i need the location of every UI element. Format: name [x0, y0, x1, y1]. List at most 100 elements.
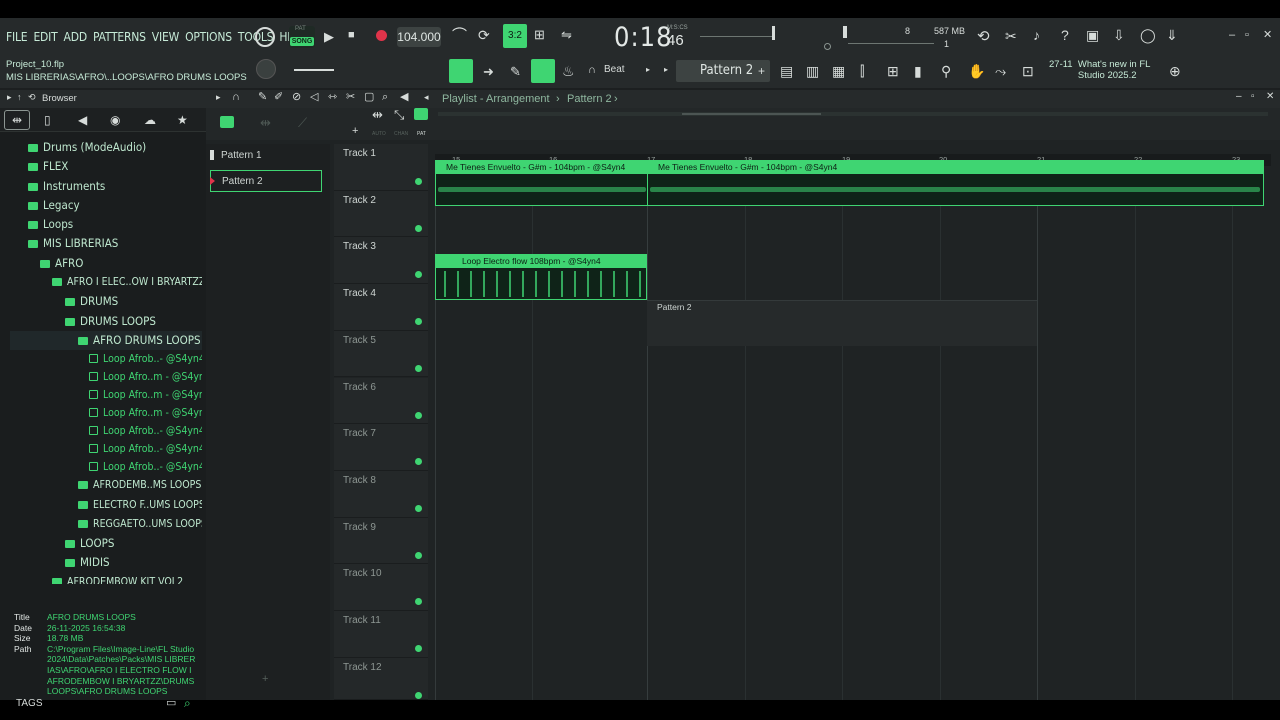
pattern-clip[interactable]: Pattern 2	[647, 300, 1037, 346]
add-pattern-icon[interactable]: +	[758, 65, 765, 77]
tree-folder[interactable]: LOOPS	[10, 534, 202, 553]
tree-file[interactable]: Loop Afrob..- @S4yn4	[10, 458, 202, 476]
snap-value[interactable]: Beat	[604, 64, 625, 75]
track-header[interactable]: Track 3	[334, 237, 428, 285]
track-enable-led[interactable]	[415, 271, 422, 279]
pl-arrow-icon[interactable]: ◂	[424, 93, 429, 102]
pl-minimize-icon[interactable]: –	[1236, 92, 1242, 102]
pl-close-icon[interactable]: ✕	[1266, 92, 1274, 102]
tree-folder[interactable]: Instruments	[10, 177, 202, 196]
track-header[interactable]: Track 5	[334, 330, 428, 378]
back-icon[interactable]: ⟲	[28, 93, 36, 102]
delete-icon[interactable]: ⊘	[292, 92, 301, 103]
tree-file[interactable]: Loop Afrob..- @S4yn4	[10, 440, 202, 458]
tab-cloud-icon[interactable]: ☁	[144, 113, 156, 127]
track-header[interactable]: Track 2	[334, 190, 428, 238]
pat-label[interactable]: PAT	[417, 131, 426, 137]
track-enable-led[interactable]	[415, 645, 422, 652]
tree-folder[interactable]: REGGAETO..UMS LOOPS	[10, 515, 202, 534]
zoom-icon[interactable]: ⌕	[382, 92, 388, 103]
track-enable-led[interactable]	[415, 551, 422, 559]
brush-icon[interactable]: ✐	[274, 92, 283, 103]
pattern-prev-icon[interactable]: ▸	[664, 66, 668, 74]
search-icon[interactable]: ⌕	[184, 697, 191, 709]
collapse-icon[interactable]: ▸	[7, 93, 12, 102]
pat-song-toggle[interactable]: PAT SONG	[289, 26, 315, 48]
tree-folder[interactable]: ELECTRO F..UMS LOOPS	[10, 496, 202, 515]
menu-file[interactable]: FILE	[6, 30, 28, 44]
track-enable-led[interactable]	[415, 458, 422, 466]
track-header[interactable]: Track 8	[334, 470, 428, 518]
track-enable-led[interactable]	[415, 691, 422, 699]
loop-record-icon[interactable]: ⟳	[478, 28, 490, 42]
track-header[interactable]: Track 4	[334, 284, 428, 331]
tree-folder[interactable]: DRUMS	[10, 292, 202, 311]
track-enable-led[interactable]	[415, 411, 422, 419]
mute-icon[interactable]: ◁	[310, 92, 318, 103]
stop-icon[interactable]: ■	[348, 30, 355, 41]
options-arrow-icon[interactable]: ▸	[216, 93, 221, 102]
tab-files-icon[interactable]: ▯	[44, 113, 51, 127]
microphone-icon[interactable]: ♪	[1033, 28, 1040, 42]
select-icon[interactable]: ▢	[364, 92, 374, 103]
tree-file[interactable]: Loop Afro..m - @S4yn4	[10, 404, 202, 422]
scrollbar-thumb[interactable]	[682, 113, 821, 115]
maximize-icon[interactable]: ▫	[1245, 30, 1249, 41]
arrow-icon[interactable]: ➜	[483, 65, 494, 78]
menu-patterns[interactable]: PATTERNS	[93, 30, 146, 44]
channel-rack-icon[interactable]: ▦	[832, 64, 845, 78]
track-enable-led[interactable]	[415, 224, 422, 232]
pattern-picker-toggle[interactable]	[220, 116, 234, 128]
refresh-icon[interactable]: ⟲	[977, 29, 990, 44]
track-header[interactable]: Track 11	[334, 611, 428, 658]
pan-knob[interactable]	[256, 59, 276, 79]
tree-folder[interactable]: Drums (ModeAudio)	[10, 138, 202, 157]
news-panel[interactable]: 27-11 What's new in FL Studio 2025.2	[1049, 59, 1176, 81]
main-volume-slider[interactable]	[294, 69, 334, 71]
pencil-icon[interactable]: ✎	[258, 92, 267, 103]
tree-folder[interactable]: DRUMS LOOPS	[10, 312, 202, 331]
minimize-icon[interactable]: –	[1229, 30, 1235, 41]
tree-folder-selected[interactable]: AFRO DRUMS LOOPS	[10, 330, 202, 351]
tools-icon[interactable]: ✂	[1005, 29, 1017, 43]
blend-notes-icon[interactable]: ⊞	[534, 28, 545, 41]
pl-maximize-icon[interactable]: ▫	[1251, 92, 1255, 102]
slice-icon[interactable]: ✂	[346, 92, 355, 103]
magnet-icon[interactable]: ∩	[232, 92, 240, 103]
audio-clip[interactable]: Me Tienes Envuelto - G#m - 104bpm - @S4y…	[435, 160, 648, 206]
horizontal-scrollbar[interactable]	[438, 112, 1268, 116]
step-edit-button[interactable]: 3:2	[503, 24, 527, 48]
link-button[interactable]	[531, 59, 555, 83]
track-enable-led[interactable]	[415, 178, 422, 185]
save-icon[interactable]: ▣	[1086, 28, 1099, 42]
tags-label[interactable]: TAGS	[16, 698, 42, 709]
tree-folder[interactable]: Legacy	[10, 196, 202, 215]
tree-folder[interactable]: AFRODEMBOW KIT VOL2	[10, 573, 202, 584]
menu-view[interactable]: VIEW	[152, 30, 179, 44]
tree-folder[interactable]: MIDIS	[10, 553, 202, 572]
typing-keyboard-icon[interactable]: ⇋	[561, 28, 572, 41]
pattern-selector[interactable]: Pattern 2	[676, 60, 770, 82]
plugin-icon[interactable]: ⚲	[941, 64, 951, 78]
chat-icon[interactable]: ◯	[1140, 28, 1156, 42]
track-header[interactable]: Track 10	[334, 564, 428, 611]
tree-file[interactable]: Loop Afrob..- @S4yn4	[10, 350, 202, 368]
metronome-icon[interactable]: ⌒	[452, 28, 467, 43]
track-enable-led[interactable]	[415, 318, 422, 326]
playback-icon[interactable]: ◀	[400, 92, 408, 103]
folder-open-icon[interactable]: ▭	[166, 698, 176, 709]
track-enable-led[interactable]	[415, 504, 422, 512]
tree-folder[interactable]: MIS LIBRERIAS	[10, 234, 202, 253]
menu-add[interactable]: ADD	[64, 30, 88, 44]
globe-icon[interactable]: ⊕	[1169, 64, 1181, 78]
up-arrow-icon[interactable]: ↑	[17, 93, 22, 102]
store-icon[interactable]: ⊡	[1022, 64, 1034, 78]
play-icon[interactable]: ▶	[324, 30, 334, 43]
record-icon[interactable]	[376, 30, 387, 41]
download-icon[interactable]: ⇓	[1166, 28, 1178, 42]
close-icon[interactable]: ✕	[1263, 30, 1272, 41]
pattern-item-selected[interactable]: Pattern 2	[210, 170, 322, 192]
tab-favorites-icon[interactable]: ★	[177, 113, 188, 127]
pitch-slider-handle[interactable]	[772, 26, 775, 40]
snap-icon[interactable]: ♨	[562, 64, 575, 78]
